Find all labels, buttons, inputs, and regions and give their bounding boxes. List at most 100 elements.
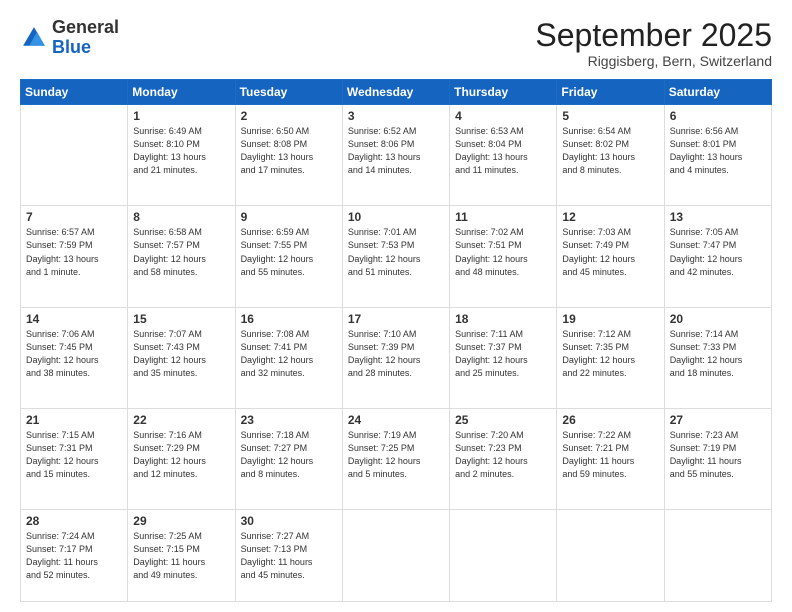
logo-general-text: General xyxy=(52,17,119,37)
calendar-header-row: SundayMondayTuesdayWednesdayThursdayFrid… xyxy=(21,80,772,105)
calendar-day-header: Thursday xyxy=(450,80,557,105)
calendar-week-row: 1 Sunrise: 6:49 AM Sunset: 8:10 PM Daylig… xyxy=(21,105,772,206)
day-info: Sunrise: 7:19 AM Sunset: 7:25 PM Dayligh… xyxy=(348,429,444,481)
calendar-day-cell: 12Sunrise: 7:03 AM Sunset: 7:49 PM Dayli… xyxy=(557,206,664,307)
calendar-day-header: Wednesday xyxy=(342,80,449,105)
calendar-day-cell: 9 Sunrise: 6:59 AM Sunset: 7:55 PM Daylig… xyxy=(235,206,342,307)
calendar-day-cell: 25 Sunrise: 7:20 AM Sunset: 7:23 PM Dayli… xyxy=(450,408,557,509)
day-number: 13 xyxy=(670,210,766,224)
calendar-day-cell: 2 Sunrise: 6:50 AM Sunset: 8:08 PM Daylig… xyxy=(235,105,342,206)
calendar-day-header: Saturday xyxy=(664,80,771,105)
calendar-day-cell: 8 Sunrise: 6:58 AM Sunset: 7:57 PM Daylig… xyxy=(128,206,235,307)
calendar-day-cell xyxy=(342,510,449,602)
day-info: Sunrise: 7:23 AM Sunset: 7:19 PM Dayligh… xyxy=(670,429,766,481)
day-info: Sunrise: 6:52 AM Sunset: 8:06 PM Dayligh… xyxy=(348,125,444,177)
day-info: Sunrise: 7:10 AM Sunset: 7:39 PM Dayligh… xyxy=(348,328,444,380)
day-number: 26 xyxy=(562,413,658,427)
day-number: 10 xyxy=(348,210,444,224)
day-info: Sunrise: 6:57 AM Sunset: 7:59 PM Dayligh… xyxy=(26,226,122,278)
calendar-week-row: 7Sunrise: 6:57 AM Sunset: 7:59 PM Daylig… xyxy=(21,206,772,307)
day-number: 17 xyxy=(348,312,444,326)
calendar-day-cell: 6 Sunrise: 6:56 AM Sunset: 8:01 PM Daylig… xyxy=(664,105,771,206)
calendar-week-row: 21Sunrise: 7:15 AM Sunset: 7:31 PM Dayli… xyxy=(21,408,772,509)
day-info: Sunrise: 6:59 AM Sunset: 7:55 PM Dayligh… xyxy=(241,226,337,278)
day-number: 1 xyxy=(133,109,229,123)
day-number: 24 xyxy=(348,413,444,427)
calendar-day-cell: 18 Sunrise: 7:11 AM Sunset: 7:37 PM Dayli… xyxy=(450,307,557,408)
day-info: Sunrise: 7:24 AM Sunset: 7:17 PM Dayligh… xyxy=(26,530,122,582)
day-info: Sunrise: 7:20 AM Sunset: 7:23 PM Dayligh… xyxy=(455,429,551,481)
page: General Blue September 2025 Riggisberg, … xyxy=(0,0,792,612)
calendar-day-cell xyxy=(21,105,128,206)
day-number: 9 xyxy=(241,210,337,224)
day-info: Sunrise: 7:18 AM Sunset: 7:27 PM Dayligh… xyxy=(241,429,337,481)
calendar-week-row: 14Sunrise: 7:06 AM Sunset: 7:45 PM Dayli… xyxy=(21,307,772,408)
day-info: Sunrise: 7:11 AM Sunset: 7:37 PM Dayligh… xyxy=(455,328,551,380)
day-number: 18 xyxy=(455,312,551,326)
calendar-day-cell: 21Sunrise: 7:15 AM Sunset: 7:31 PM Dayli… xyxy=(21,408,128,509)
day-info: Sunrise: 6:58 AM Sunset: 7:57 PM Dayligh… xyxy=(133,226,229,278)
day-number: 30 xyxy=(241,514,337,528)
calendar-day-header: Tuesday xyxy=(235,80,342,105)
day-info: Sunrise: 7:14 AM Sunset: 7:33 PM Dayligh… xyxy=(670,328,766,380)
calendar-day-cell: 15Sunrise: 7:07 AM Sunset: 7:43 PM Dayli… xyxy=(128,307,235,408)
day-number: 23 xyxy=(241,413,337,427)
calendar-day-cell: 11Sunrise: 7:02 AM Sunset: 7:51 PM Dayli… xyxy=(450,206,557,307)
calendar-day-cell: 30 Sunrise: 7:27 AM Sunset: 7:13 PM Dayli… xyxy=(235,510,342,602)
calendar-day-cell: 16 Sunrise: 7:08 AM Sunset: 7:41 PM Dayli… xyxy=(235,307,342,408)
day-number: 28 xyxy=(26,514,122,528)
day-info: Sunrise: 7:22 AM Sunset: 7:21 PM Dayligh… xyxy=(562,429,658,481)
calendar-day-cell: 17 Sunrise: 7:10 AM Sunset: 7:39 PM Dayli… xyxy=(342,307,449,408)
day-number: 2 xyxy=(241,109,337,123)
day-info: Sunrise: 7:07 AM Sunset: 7:43 PM Dayligh… xyxy=(133,328,229,380)
header: General Blue September 2025 Riggisberg, … xyxy=(20,18,772,69)
day-info: Sunrise: 6:54 AM Sunset: 8:02 PM Dayligh… xyxy=(562,125,658,177)
logo-icon xyxy=(20,24,48,52)
calendar-day-cell: 28 Sunrise: 7:24 AM Sunset: 7:17 PM Dayli… xyxy=(21,510,128,602)
calendar-day-cell: 3 Sunrise: 6:52 AM Sunset: 8:06 PM Daylig… xyxy=(342,105,449,206)
calendar-day-header: Monday xyxy=(128,80,235,105)
day-number: 14 xyxy=(26,312,122,326)
day-info: Sunrise: 6:50 AM Sunset: 8:08 PM Dayligh… xyxy=(241,125,337,177)
day-number: 22 xyxy=(133,413,229,427)
day-number: 21 xyxy=(26,413,122,427)
day-info: Sunrise: 7:05 AM Sunset: 7:47 PM Dayligh… xyxy=(670,226,766,278)
calendar-day-cell: 29 Sunrise: 7:25 AM Sunset: 7:15 PM Dayli… xyxy=(128,510,235,602)
calendar-day-cell: 14Sunrise: 7:06 AM Sunset: 7:45 PM Dayli… xyxy=(21,307,128,408)
day-number: 16 xyxy=(241,312,337,326)
day-number: 3 xyxy=(348,109,444,123)
logo-blue-text: Blue xyxy=(52,37,91,57)
day-info: Sunrise: 7:27 AM Sunset: 7:13 PM Dayligh… xyxy=(241,530,337,582)
day-info: Sunrise: 6:49 AM Sunset: 8:10 PM Dayligh… xyxy=(133,125,229,177)
calendar-day-cell: 19Sunrise: 7:12 AM Sunset: 7:35 PM Dayli… xyxy=(557,307,664,408)
calendar-day-header: Sunday xyxy=(21,80,128,105)
day-number: 12 xyxy=(562,210,658,224)
day-info: Sunrise: 7:08 AM Sunset: 7:41 PM Dayligh… xyxy=(241,328,337,380)
calendar-day-cell: 27 Sunrise: 7:23 AM Sunset: 7:19 PM Dayli… xyxy=(664,408,771,509)
day-info: Sunrise: 7:12 AM Sunset: 7:35 PM Dayligh… xyxy=(562,328,658,380)
calendar-day-cell: 26 Sunrise: 7:22 AM Sunset: 7:21 PM Dayli… xyxy=(557,408,664,509)
day-number: 25 xyxy=(455,413,551,427)
title-block: September 2025 Riggisberg, Bern, Switzer… xyxy=(535,18,772,69)
day-number: 8 xyxy=(133,210,229,224)
calendar-day-cell xyxy=(450,510,557,602)
calendar-day-cell: 5 Sunrise: 6:54 AM Sunset: 8:02 PM Daylig… xyxy=(557,105,664,206)
day-number: 11 xyxy=(455,210,551,224)
calendar-day-cell xyxy=(557,510,664,602)
day-number: 5 xyxy=(562,109,658,123)
day-number: 20 xyxy=(670,312,766,326)
day-number: 29 xyxy=(133,514,229,528)
calendar-day-cell: 13 Sunrise: 7:05 AM Sunset: 7:47 PM Dayli… xyxy=(664,206,771,307)
calendar-day-cell: 24 Sunrise: 7:19 AM Sunset: 7:25 PM Dayli… xyxy=(342,408,449,509)
calendar-table: SundayMondayTuesdayWednesdayThursdayFrid… xyxy=(20,79,772,602)
calendar-day-cell: 4Sunrise: 6:53 AM Sunset: 8:04 PM Daylig… xyxy=(450,105,557,206)
day-info: Sunrise: 7:01 AM Sunset: 7:53 PM Dayligh… xyxy=(348,226,444,278)
calendar-day-cell: 20 Sunrise: 7:14 AM Sunset: 7:33 PM Dayli… xyxy=(664,307,771,408)
day-info: Sunrise: 7:25 AM Sunset: 7:15 PM Dayligh… xyxy=(133,530,229,582)
calendar-day-cell: 7Sunrise: 6:57 AM Sunset: 7:59 PM Daylig… xyxy=(21,206,128,307)
calendar-day-cell: 1 Sunrise: 6:49 AM Sunset: 8:10 PM Daylig… xyxy=(128,105,235,206)
day-info: Sunrise: 6:56 AM Sunset: 8:01 PM Dayligh… xyxy=(670,125,766,177)
day-number: 6 xyxy=(670,109,766,123)
day-number: 27 xyxy=(670,413,766,427)
calendar-day-cell: 23 Sunrise: 7:18 AM Sunset: 7:27 PM Dayli… xyxy=(235,408,342,509)
